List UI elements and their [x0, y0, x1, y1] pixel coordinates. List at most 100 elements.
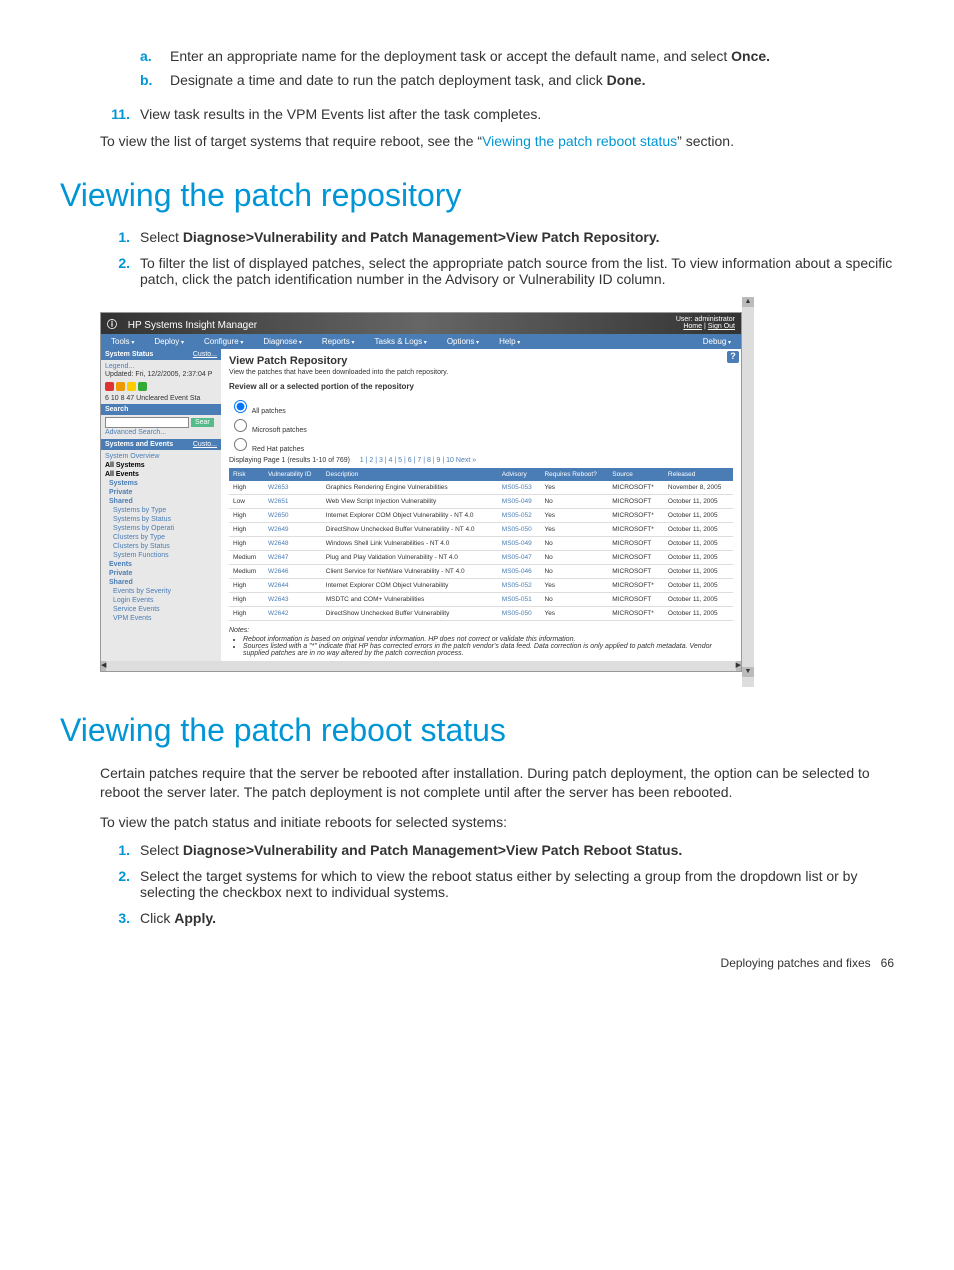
cell-reboot: No: [540, 564, 608, 578]
cell-desc: Plug and Play Validation Vulnerability -…: [322, 550, 498, 564]
sec2-step1-text: Select: [140, 842, 183, 858]
all-systems-link[interactable]: All Systems: [105, 461, 217, 470]
tree-systems-by-status[interactable]: Systems by Status: [105, 515, 217, 524]
scroll-up-icon[interactable]: ▲: [742, 297, 754, 307]
menu-deploy[interactable]: Deploy: [144, 334, 194, 349]
sub-b-label: b.: [140, 72, 170, 88]
pager-links[interactable]: 1 | 2 | 3 | 4 | 5 | 6 | 7 | 8 | 9 | 10 N…: [360, 457, 476, 464]
radio-ms-label: Microsoft patches: [252, 427, 307, 434]
cell-released: October 11, 2005: [664, 494, 733, 508]
cell-risk: High: [229, 522, 264, 536]
cell-vulnid-link[interactable]: W2648: [264, 536, 322, 550]
menu-diagnose[interactable]: Diagnose: [253, 334, 312, 349]
radio-microsoft-patches[interactable]: [234, 419, 247, 432]
cell-vulnid-link[interactable]: W2653: [264, 481, 322, 495]
search-input[interactable]: [105, 417, 189, 428]
cell-reboot: Yes: [540, 606, 608, 620]
sidebar: System Status Custo... Legend... Updated…: [101, 349, 221, 661]
sec2-step3-text: Click: [140, 910, 174, 926]
heading-viewing-reboot-status: Viewing the patch reboot status: [60, 712, 894, 749]
tree-vpm-events[interactable]: VPM Events: [105, 614, 217, 623]
cell-risk: Low: [229, 494, 264, 508]
tree-login-events[interactable]: Login Events: [105, 596, 217, 605]
col-source[interactable]: Source: [608, 468, 664, 481]
tree-clusters-by-type[interactable]: Clusters by Type: [105, 533, 217, 542]
cell-vulnid-link[interactable]: W2651: [264, 494, 322, 508]
scroll-right-icon[interactable]: ▶: [736, 661, 741, 671]
radio-redhat-patches[interactable]: [234, 438, 247, 451]
cell-advisory-link[interactable]: MS05-051: [498, 592, 541, 606]
tree-events-by-severity[interactable]: Events by Severity: [105, 587, 217, 596]
advanced-search-link[interactable]: Advanced Search...: [105, 428, 217, 437]
tree-clusters-by-status[interactable]: Clusters by Status: [105, 542, 217, 551]
table-row: HighW2642DirectShow Unchecked Buffer Vul…: [229, 606, 733, 620]
scroll-down-icon[interactable]: ▼: [742, 667, 754, 677]
col-released[interactable]: Released: [664, 468, 733, 481]
sidebar-customize-link[interactable]: Custo...: [193, 351, 217, 358]
home-link[interactable]: Home: [683, 323, 702, 330]
cell-released: October 11, 2005: [664, 508, 733, 522]
tree-service-events[interactable]: Service Events: [105, 605, 217, 614]
reboot-note-pre: To view the list of target systems that …: [100, 133, 482, 149]
cell-vulnid-link[interactable]: W2650: [264, 508, 322, 522]
col-advisory[interactable]: Advisory: [498, 468, 541, 481]
col-desc[interactable]: Description: [322, 468, 498, 481]
sec1-step2-num: 2.: [100, 255, 140, 287]
patches-table: Risk Vulnerability ID Description Adviso…: [229, 468, 733, 621]
menu-options[interactable]: Options: [437, 334, 489, 349]
cell-vulnid-link[interactable]: W2643: [264, 592, 322, 606]
system-overview-link[interactable]: System Overview: [105, 452, 217, 461]
cell-advisory-link[interactable]: MS05-049: [498, 494, 541, 508]
cell-vulnid-link[interactable]: W2646: [264, 564, 322, 578]
cell-advisory-link[interactable]: MS05-053: [498, 481, 541, 495]
cell-vulnid-link[interactable]: W2644: [264, 578, 322, 592]
menu-debug[interactable]: Debug: [693, 334, 741, 349]
screenshot-hp-sim: ⓘ HP Systems Insight Manager User: admin…: [100, 312, 742, 672]
menu-reports[interactable]: Reports: [312, 334, 365, 349]
scroll-left-icon[interactable]: ◀: [101, 661, 106, 671]
help-icon[interactable]: ?: [727, 351, 739, 363]
cell-desc: DirectShow Unchecked Buffer Vulnerabilit…: [322, 522, 498, 536]
cell-vulnid-link[interactable]: W2649: [264, 522, 322, 536]
search-button[interactable]: Sear: [191, 418, 214, 427]
col-reboot[interactable]: Requires Reboot?: [540, 468, 608, 481]
cell-advisory-link[interactable]: MS05-046: [498, 564, 541, 578]
radio-all-patches[interactable]: [234, 400, 247, 413]
legend-link[interactable]: Legend...: [105, 362, 217, 371]
minor-icon: [127, 382, 136, 391]
menu-help[interactable]: Help: [489, 334, 530, 349]
menu-tools[interactable]: Tools: [101, 334, 144, 349]
tree-private[interactable]: Private: [105, 488, 217, 497]
all-events-link[interactable]: All Events: [105, 470, 217, 479]
cell-vulnid-link[interactable]: W2647: [264, 550, 322, 564]
col-risk[interactable]: Risk: [229, 468, 264, 481]
tree-systems-by-os[interactable]: Systems by Operati: [105, 524, 217, 533]
tree-events[interactable]: Events: [105, 560, 217, 569]
sub-a-label: a.: [140, 48, 170, 64]
tree-shared[interactable]: Shared: [105, 497, 217, 506]
window-titlebar: ⓘ HP Systems Insight Manager User: admin…: [101, 313, 741, 334]
cell-advisory-link[interactable]: MS05-049: [498, 536, 541, 550]
menu-tasks[interactable]: Tasks & Logs: [365, 334, 437, 349]
vertical-scrollbar[interactable]: ▲ ▼: [742, 297, 754, 687]
cell-vulnid-link[interactable]: W2642: [264, 606, 322, 620]
tree-shared2[interactable]: Shared: [105, 578, 217, 587]
sidebar-customize2-link[interactable]: Custo...: [193, 441, 217, 448]
tree-systems[interactable]: Systems: [105, 479, 217, 488]
radio-rh-label: Red Hat patches: [252, 446, 304, 453]
cell-advisory-link[interactable]: MS05-052: [498, 578, 541, 592]
reboot-status-link[interactable]: Viewing the patch reboot status: [482, 133, 677, 149]
signout-link[interactable]: Sign Out: [708, 323, 735, 330]
tree-private2[interactable]: Private: [105, 569, 217, 578]
tree-system-functions[interactable]: System Functions: [105, 551, 217, 560]
cell-advisory-link[interactable]: MS05-052: [498, 508, 541, 522]
menu-configure[interactable]: Configure: [194, 334, 253, 349]
cell-advisory-link[interactable]: MS05-047: [498, 550, 541, 564]
sidebar-search-head: Search: [101, 404, 221, 415]
tree-systems-by-type[interactable]: Systems by Type: [105, 506, 217, 515]
cell-advisory-link[interactable]: MS05-050: [498, 522, 541, 536]
critical-icon: [105, 382, 114, 391]
notes-head: Notes:: [229, 627, 733, 634]
cell-advisory-link[interactable]: MS05-050: [498, 606, 541, 620]
col-vulnid[interactable]: Vulnerability ID: [264, 468, 322, 481]
